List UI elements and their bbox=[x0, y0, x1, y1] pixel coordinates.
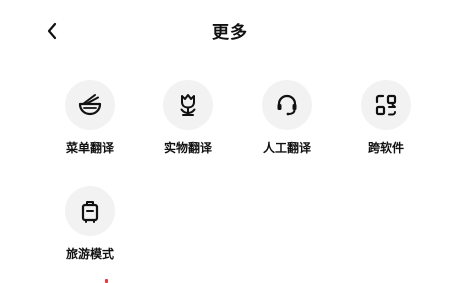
more-page: 更多 菜单翻译 实物翻译 人工翻译 跨软件 旅游模式 bbox=[0, 0, 460, 283]
icon-circle bbox=[65, 80, 115, 130]
icon-circle bbox=[262, 80, 312, 130]
app-switch-icon bbox=[373, 92, 399, 118]
top-bar: 更多 bbox=[0, 0, 460, 62]
headset-icon bbox=[274, 92, 300, 118]
menu-translate-tile[interactable]: 菜单翻译 bbox=[40, 80, 140, 164]
noodle-bowl-icon bbox=[77, 92, 103, 118]
icon-circle bbox=[65, 186, 115, 236]
tulip-flower-icon bbox=[175, 92, 201, 118]
tile-label: 人工翻译 bbox=[262, 141, 311, 155]
page-title: 更多 bbox=[212, 23, 248, 43]
accent-dot bbox=[105, 279, 108, 283]
cross-app-tile[interactable]: 跨软件 bbox=[336, 80, 436, 164]
human-translate-tile[interactable]: 人工翻译 bbox=[237, 80, 337, 164]
tile-label: 旅游模式 bbox=[65, 247, 114, 261]
icon-circle bbox=[361, 80, 411, 130]
tile-label: 实物翻译 bbox=[163, 141, 212, 155]
icon-circle bbox=[163, 80, 213, 130]
travel-mode-tile[interactable]: 旅游模式 bbox=[40, 186, 140, 270]
tile-label: 菜单翻译 bbox=[65, 141, 114, 155]
suitcase-icon bbox=[77, 198, 103, 224]
object-translate-tile[interactable]: 实物翻译 bbox=[138, 80, 238, 164]
tile-label: 跨软件 bbox=[367, 141, 404, 155]
